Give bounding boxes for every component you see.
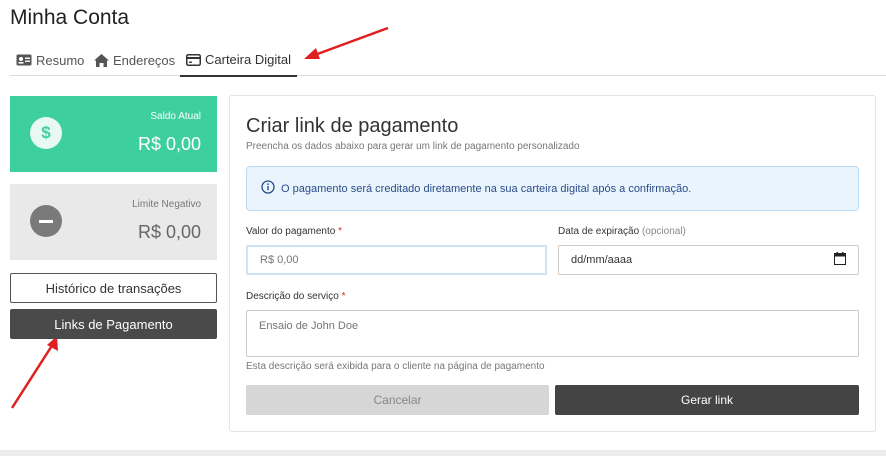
negative-limit-card: Limite Negativo R$ 0,00 <box>10 184 217 260</box>
bottom-divider <box>0 450 886 456</box>
id-card-icon <box>16 54 32 66</box>
amount-label-text: Valor do pagamento <box>246 226 336 237</box>
tab-resumo-label: Resumo <box>36 52 85 68</box>
description-label: Descrição do serviço * <box>246 291 346 302</box>
form-title: Criar link de pagamento <box>246 115 459 137</box>
home-icon <box>94 53 109 67</box>
negative-limit-value: R$ 0,00 <box>137 222 201 242</box>
page-title: Minha Conta <box>10 6 130 29</box>
payment-links-button[interactable]: Links de Pagamento <box>10 309 217 339</box>
current-balance-label: Saldo Atual <box>150 111 201 122</box>
expiration-date-placeholder: dd/mm/aaaa <box>571 254 633 266</box>
info-alert: O pagamento será creditado diretamente n… <box>246 166 859 211</box>
negative-limit-label: Limite Negativo <box>132 199 201 210</box>
generate-link-button[interactable]: Gerar link <box>555 385 859 415</box>
dollar-icon: $ <box>30 117 62 149</box>
current-balance-value: R$ 0,00 <box>137 134 201 154</box>
amount-label: Valor do pagamento * <box>246 226 342 237</box>
tab-resumo[interactable]: Resumo <box>16 44 84 76</box>
tab-carteira-digital[interactable]: Carteira Digital <box>180 44 297 77</box>
minus-icon <box>30 205 62 237</box>
tab-enderecos-label: Endereços <box>113 52 176 68</box>
required-mark: * <box>341 291 346 302</box>
credit-card-icon <box>186 53 201 66</box>
expiration-label: Data de expiração (opcional) <box>558 226 686 237</box>
tab-bar: Resumo Endereços Carteira Digital <box>10 44 886 77</box>
current-balance-card: $ Saldo Atual R$ 0,00 <box>10 96 217 172</box>
description-label-text: Descrição do serviço <box>246 291 339 302</box>
optional-mark: (opcional) <box>641 226 686 237</box>
amount-input[interactable] <box>246 245 547 275</box>
create-payment-link-panel: Criar link de pagamento Preencha os dado… <box>229 95 876 432</box>
required-mark: * <box>338 226 343 237</box>
description-help-text: Esta descrição será exibida para o clien… <box>246 361 545 372</box>
cancel-button[interactable]: Cancelar <box>246 385 549 415</box>
tab-enderecos[interactable]: Endereços <box>94 44 175 76</box>
info-icon <box>261 180 275 197</box>
calendar-icon[interactable] <box>834 252 846 268</box>
tab-carteira-label: Carteira Digital <box>205 52 291 67</box>
description-textarea[interactable] <box>246 310 859 357</box>
form-subtitle: Preencha os dados abaixo para gerar um l… <box>246 141 580 152</box>
expiration-date-input[interactable]: dd/mm/aaaa <box>558 245 859 275</box>
expiration-label-text: Data de expiração <box>558 226 640 237</box>
annotation-arrow-links <box>10 336 58 409</box>
info-text: O pagamento será creditado diretamente n… <box>281 182 692 195</box>
transaction-history-button[interactable]: Histórico de transações <box>10 273 217 303</box>
